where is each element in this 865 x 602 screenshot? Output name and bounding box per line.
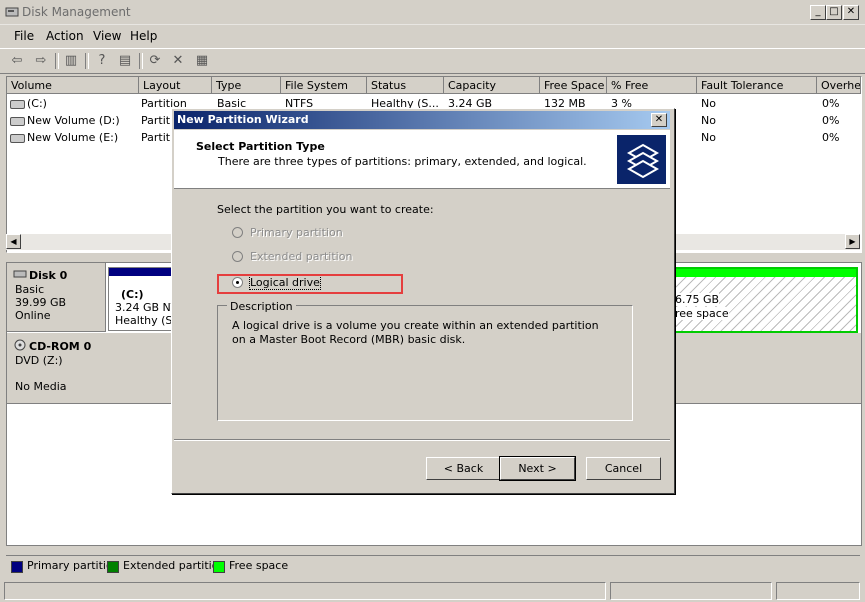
legend-label-primary: Primary partition — [27, 559, 120, 572]
cell-layout: Partiti — [141, 114, 174, 127]
col-header-status[interactable]: Status — [367, 77, 444, 94]
next-button[interactable]: Next > — [499, 456, 576, 481]
help-icon[interactable]: ? — [93, 52, 111, 70]
partition-type-prompt: Select the partition you want to create: — [217, 203, 434, 216]
menu-help[interactable]: Help — [130, 29, 157, 43]
cell-overhead: 0% — [822, 114, 840, 127]
cell-layout: Partiti — [141, 131, 174, 144]
console-tree-icon[interactable]: ▥ — [62, 52, 80, 70]
description-label: Description — [227, 300, 296, 313]
selection-highlight — [217, 274, 403, 294]
status-bar — [0, 580, 865, 602]
rescan-icon[interactable]: ▦ — [193, 52, 211, 70]
back-button[interactable]: < Back — [426, 457, 501, 480]
col-header-fault-tolerance[interactable]: Fault Tolerance — [697, 77, 817, 94]
forward-arrow-icon[interactable]: ⇨ — [32, 52, 50, 70]
volume-icon — [10, 133, 25, 143]
properties-icon[interactable]: ▤ — [116, 52, 134, 70]
wizard-header: Select Partition Type There are three ty… — [174, 130, 670, 189]
back-arrow-icon[interactable]: ⇦ — [8, 52, 26, 70]
toolbar-separator — [55, 53, 59, 69]
status-pane — [4, 582, 606, 600]
col-header-layout[interactable]: Layout — [139, 77, 212, 94]
new-partition-wizard-dialog: New Partition Wizard ✕ Select Partition … — [171, 108, 675, 494]
partition-c[interactable]: (C:) 3.24 GB NTI Healthy (Sy — [108, 267, 181, 331]
cdrom-icon — [14, 339, 26, 351]
cell-overhead: 0% — [822, 131, 840, 144]
partition-c-label: (C:) — [121, 288, 144, 301]
radio-label-extended: Extended partition — [250, 250, 353, 263]
scroll-right-button[interactable]: ▶ — [845, 234, 860, 249]
col-header-overhead[interactable]: Overhe — [817, 77, 861, 94]
cell-fault-tolerance: No — [701, 114, 716, 127]
maximize-button[interactable]: □ — [826, 5, 842, 20]
partition-c-status: Healthy (Sy — [115, 314, 179, 327]
menu-bar: File Action View Help — [0, 26, 865, 46]
wizard-close-button[interactable]: ✕ — [651, 113, 667, 127]
scroll-left-button[interactable]: ◀ — [6, 234, 21, 249]
legend: Primary partition Extended partition Fre… — [6, 555, 860, 576]
toolbar-separator — [139, 53, 143, 69]
disk-0-name: Disk 0 — [29, 269, 68, 282]
hard-disk-icon — [13, 270, 27, 278]
col-header-free-space[interactable]: Free Space — [540, 77, 607, 94]
col-header-pct-free[interactable]: % Free — [607, 77, 697, 94]
wizard-subheading: There are three types of partitions: pri… — [218, 155, 587, 168]
volume-icon — [10, 116, 25, 126]
disk-0-state: Online — [15, 309, 51, 322]
window-title: Disk Management — [22, 5, 131, 19]
disk-0-type: Basic — [15, 283, 45, 296]
minimize-button[interactable]: _ — [810, 5, 826, 20]
col-header-type[interactable]: Type — [212, 77, 281, 94]
cdrom-0-type: DVD (Z:) — [15, 354, 63, 367]
cell-volume: (C:) — [27, 97, 47, 110]
cell-fault-tolerance: No — [701, 97, 716, 110]
disk-0-label[interactable]: Disk 0 Basic 39.99 GB Online — [7, 263, 106, 332]
close-button[interactable]: ✕ — [843, 5, 859, 20]
wizard-heading: Select Partition Type — [196, 140, 325, 153]
menu-view[interactable]: View — [93, 29, 121, 43]
disk-0-size: 39.99 GB — [15, 296, 67, 309]
disk-management-icon — [5, 7, 19, 17]
status-pane — [610, 582, 772, 600]
menu-file[interactable]: File — [14, 29, 34, 43]
radio-label-primary: Primary partition — [250, 226, 343, 239]
description-text: A logical drive is a volume you create w… — [232, 319, 599, 346]
wizard-title: New Partition Wizard — [177, 113, 309, 126]
cell-volume: New Volume (D:) — [27, 114, 120, 127]
wizard-separator — [174, 439, 670, 441]
cell-overhead: 0% — [822, 97, 840, 110]
legend-swatch-free — [213, 561, 225, 573]
radio-button[interactable] — [232, 251, 243, 262]
refresh-icon[interactable]: ⟳ — [146, 52, 164, 70]
cell-fault-tolerance: No — [701, 131, 716, 144]
cancel-button[interactable]: Cancel — [586, 457, 661, 480]
delete-icon[interactable]: ✕ — [169, 52, 187, 70]
window-titlebar: Disk Management _ □ ✕ — [0, 0, 865, 25]
cdrom-0-name: CD-ROM 0 — [29, 340, 92, 353]
legend-swatch-extended — [107, 561, 119, 573]
col-header-capacity[interactable]: Capacity — [444, 77, 540, 94]
menu-action[interactable]: Action — [46, 29, 84, 43]
legend-label-free: Free space — [229, 559, 289, 572]
wizard-titlebar: New Partition Wizard ✕ — [174, 111, 670, 129]
toolbar: ⇦ ⇨ ▥ ? ▤ ⟳ ✕ ▦ — [0, 48, 865, 74]
free-space-status: ree space — [675, 307, 729, 320]
toolbar-separator — [85, 53, 89, 69]
cdrom-0-label[interactable]: CD-ROM 0 DVD (Z:) No Media — [7, 333, 106, 404]
col-header-volume[interactable]: Volume — [7, 77, 139, 94]
free-space-partition[interactable]: 6.75 GB ree space — [673, 267, 858, 333]
wizard-disks-icon — [617, 135, 666, 184]
cdrom-0-state: No Media — [15, 380, 67, 393]
legend-swatch-primary — [11, 561, 23, 573]
cell-volume: New Volume (E:) — [27, 131, 119, 144]
status-pane — [776, 582, 860, 600]
free-space-size: 6.75 GB — [675, 293, 720, 306]
volume-icon — [10, 99, 25, 109]
legend-label-extended: Extended partition — [123, 559, 226, 572]
radio-button[interactable] — [232, 227, 243, 238]
col-header-file-system[interactable]: File System — [281, 77, 367, 94]
